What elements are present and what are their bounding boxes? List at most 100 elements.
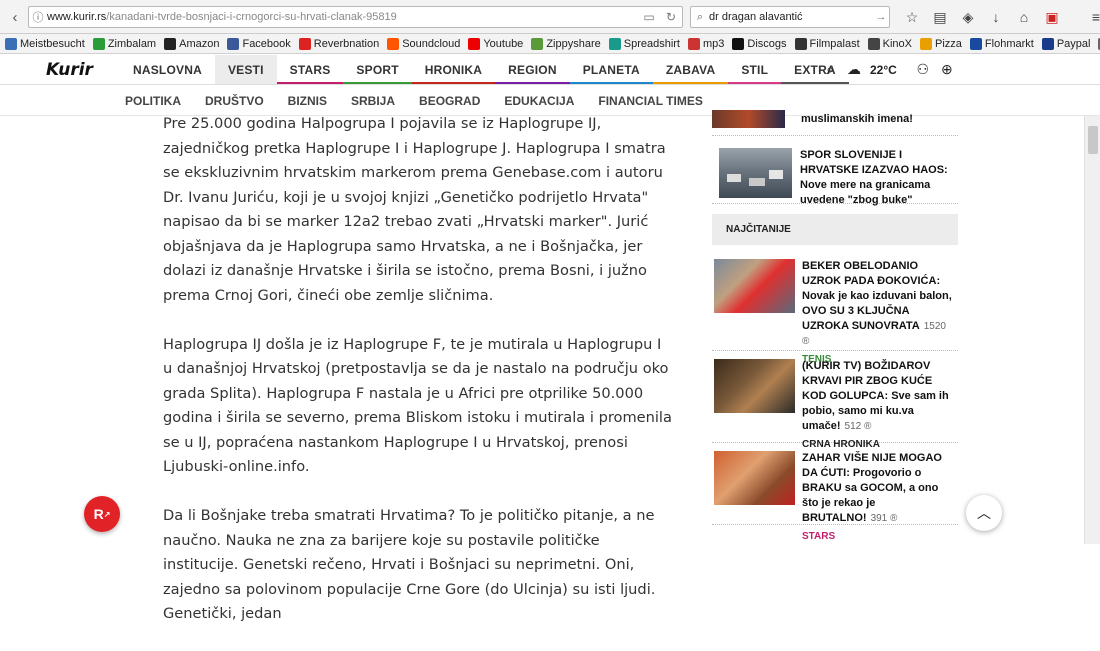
nav-item-zabava[interactable]: ZABAVA bbox=[652, 55, 729, 84]
article-paragraph: Haplogrupa IJ došla je iz Haplogrupe F, … bbox=[163, 335, 672, 476]
pocket-icon[interactable]: ◈ bbox=[954, 6, 982, 28]
extension-icon[interactable]: ▣ bbox=[1038, 6, 1066, 28]
nav-item-stars[interactable]: STARS bbox=[276, 55, 344, 84]
news-thumbnail[interactable] bbox=[719, 148, 792, 198]
reading-list-icon[interactable]: ▤ bbox=[926, 6, 954, 28]
bookmark-favicon-icon bbox=[468, 37, 481, 50]
subnav-item[interactable]: SRBIJA bbox=[339, 86, 407, 115]
menu-icon[interactable]: ≡ bbox=[1082, 6, 1100, 28]
bookmark-label: Facebook bbox=[242, 37, 291, 50]
bookmark-item[interactable]: Zimbalam bbox=[92, 37, 156, 50]
bookmark-item[interactable]: Paypal bbox=[1041, 37, 1091, 50]
subnav-item[interactable]: POLITIKA bbox=[113, 86, 193, 115]
bookmark-item[interactable]: Pizza bbox=[920, 37, 962, 50]
nav-item-label: STARS bbox=[289, 62, 331, 77]
sidebar: muslimanskih imena! SPOR SLOVENIJE I HRV… bbox=[712, 110, 958, 542]
bookmark-label: Youtube bbox=[483, 37, 524, 50]
kurir-r-button[interactable]: R ↗ bbox=[84, 496, 120, 532]
category-label[interactable]: STARS bbox=[802, 529, 952, 544]
site-header: Kurir NASLOVNA VESTI STARS SPORT HRONIKA REGI… bbox=[0, 55, 1100, 85]
most-read-title[interactable]: (KURIR TV) BOŽIDAROV KRVAVI PIR ZBOG KUĆ… bbox=[802, 360, 949, 432]
sidebar-item-title[interactable]: SPOR SLOVENIJE I HRVATSKE IZAZVAO HAOS: … bbox=[798, 148, 958, 208]
user-icon[interactable]: ⚇ bbox=[911, 61, 935, 78]
nav-item-label: REGION bbox=[508, 62, 557, 77]
bookmark-item[interactable]: Discogs bbox=[732, 37, 787, 50]
nav-item-vesti[interactable]: VESTI bbox=[214, 55, 277, 84]
download-icon[interactable]: ↓ bbox=[982, 6, 1010, 28]
nav-color-bar bbox=[728, 82, 782, 84]
browser-toolbar: ‹ ⓘ www.kurir.rs/kanadani-tvrde-bosnjaci… bbox=[0, 0, 1100, 34]
bookmark-item[interactable]: Flohmarkt bbox=[969, 37, 1034, 50]
scrollbar-thumb[interactable] bbox=[1088, 126, 1098, 154]
url-text[interactable]: www.kurir.rs/kanadani-tvrde-bosnjaci-i-c… bbox=[47, 11, 638, 23]
news-thumbnail[interactable] bbox=[714, 451, 795, 505]
reader-view-icon[interactable]: ▭ bbox=[638, 10, 660, 24]
news-thumbnail[interactable] bbox=[712, 110, 785, 128]
bookmark-label: Soundcloud bbox=[402, 37, 461, 50]
search-box[interactable]: ⌕ dr dragan alavantić → bbox=[690, 6, 890, 28]
views-icon: ® bbox=[802, 336, 810, 347]
bookmark-favicon-icon bbox=[227, 37, 240, 50]
views-icon: ® bbox=[861, 421, 872, 432]
most-read-item[interactable]: ZAHAR VIŠE NIJE MOGAO DA ĆUTI: Progovori… bbox=[712, 443, 958, 542]
bookmark-favicon-icon bbox=[867, 37, 880, 50]
site-info-icon[interactable]: ⓘ bbox=[29, 9, 47, 25]
weather-icon: ☁ bbox=[847, 61, 861, 77]
bookmark-item[interactable]: Amazon bbox=[164, 37, 219, 50]
temperature: 22°C bbox=[870, 62, 897, 77]
nav-color-bar bbox=[343, 82, 412, 84]
bookmark-label: Paypal bbox=[1056, 37, 1091, 50]
bookmark-star-icon[interactable]: ☆ bbox=[898, 6, 926, 28]
nav-item-hronika[interactable]: HRONIKA bbox=[411, 55, 496, 84]
search-icon[interactable]: ⌕ bbox=[818, 61, 842, 78]
bookmark-item[interactable]: KinoX bbox=[867, 37, 912, 50]
sidebar-item[interactable]: muslimanskih imena! bbox=[712, 110, 958, 136]
bookmark-item[interactable]: Zippyshare bbox=[531, 37, 601, 50]
subnav-item[interactable]: EDUKACIJA bbox=[492, 86, 586, 115]
bookmark-item[interactable]: mp3 bbox=[688, 37, 725, 50]
scroll-to-top-button[interactable]: ︿ bbox=[966, 495, 1002, 531]
bookmark-label: Reverbnation bbox=[313, 37, 380, 50]
bookmark-favicon-icon bbox=[92, 37, 105, 50]
subnav-item[interactable]: BEOGRAD bbox=[407, 86, 492, 115]
subnav-item[interactable]: FINANCIAL TIMES bbox=[586, 86, 714, 115]
bookmark-item[interactable]: Spreadshirt bbox=[608, 37, 680, 50]
nav-item-sport[interactable]: SPORT bbox=[343, 55, 412, 84]
bookmark-item[interactable]: Youtube bbox=[468, 37, 524, 50]
nav-item-planeta[interactable]: PLANETA bbox=[569, 55, 653, 84]
most-read-item[interactable]: (KURIR TV) BOŽIDAROV KRVAVI PIR ZBOG KUĆ… bbox=[712, 351, 958, 450]
nav-item-label: STIL bbox=[741, 62, 769, 77]
bookmark-item[interactable]: Facebook bbox=[227, 37, 291, 50]
bookmark-favicon-icon bbox=[794, 37, 807, 50]
bookmark-item[interactable]: Filmpalast bbox=[794, 37, 860, 50]
back-icon[interactable]: ‹ bbox=[4, 6, 26, 28]
subnav-item[interactable]: DRUŠTVO bbox=[193, 86, 276, 115]
category-label[interactable]: CRNA HRONIKA bbox=[802, 437, 952, 452]
search-go-icon[interactable]: → bbox=[873, 11, 889, 23]
most-read-header: NAJČITANIJE bbox=[712, 214, 958, 245]
bookmark-item[interactable]: Meistbesucht bbox=[5, 37, 85, 50]
sidebar-item[interactable]: SPOR SLOVENIJE I HRVATSKE IZAZVAO HAOS: … bbox=[712, 136, 958, 206]
bookmark-item[interactable]: Soundcloud bbox=[387, 37, 461, 50]
address-bar[interactable]: ⓘ www.kurir.rs/kanadani-tvrde-bosnjaci-i… bbox=[28, 6, 683, 28]
subnav-item[interactable]: BIZNIS bbox=[276, 86, 339, 115]
nav-item-stil[interactable]: STIL bbox=[728, 55, 782, 84]
bookmark-item[interactable]: Reverbnation bbox=[298, 37, 380, 50]
news-thumbnail[interactable] bbox=[714, 359, 795, 413]
nav-item-naslovna[interactable]: NASLOVNA bbox=[120, 55, 215, 84]
reload-icon[interactable]: ↻ bbox=[660, 10, 682, 24]
scrollbar[interactable] bbox=[1084, 116, 1100, 544]
bookmark-favicon-icon bbox=[732, 37, 745, 50]
home-icon[interactable]: ⌂ bbox=[1010, 6, 1038, 28]
news-thumbnail[interactable] bbox=[714, 259, 795, 313]
add-user-icon[interactable]: ⊕ bbox=[935, 61, 959, 78]
search-input[interactable]: dr dragan alavantić bbox=[709, 11, 873, 23]
site-logo[interactable]: Kurir bbox=[46, 60, 93, 80]
views-icon: ® bbox=[887, 513, 898, 524]
most-read-item[interactable]: BEKER OBELODANIO UZROK PADA ĐOKOVIĆA: No… bbox=[712, 259, 958, 365]
bookmark-label: mp3 bbox=[703, 37, 725, 50]
nav-item-region[interactable]: REGION bbox=[495, 55, 570, 84]
article-paragraph: Da li Bošnjake treba smatrati Hrvatima? … bbox=[163, 507, 656, 622]
bookmark-label: Meistbesucht bbox=[20, 37, 85, 50]
sidebar-item-title[interactable]: muslimanskih imena! bbox=[791, 110, 913, 127]
